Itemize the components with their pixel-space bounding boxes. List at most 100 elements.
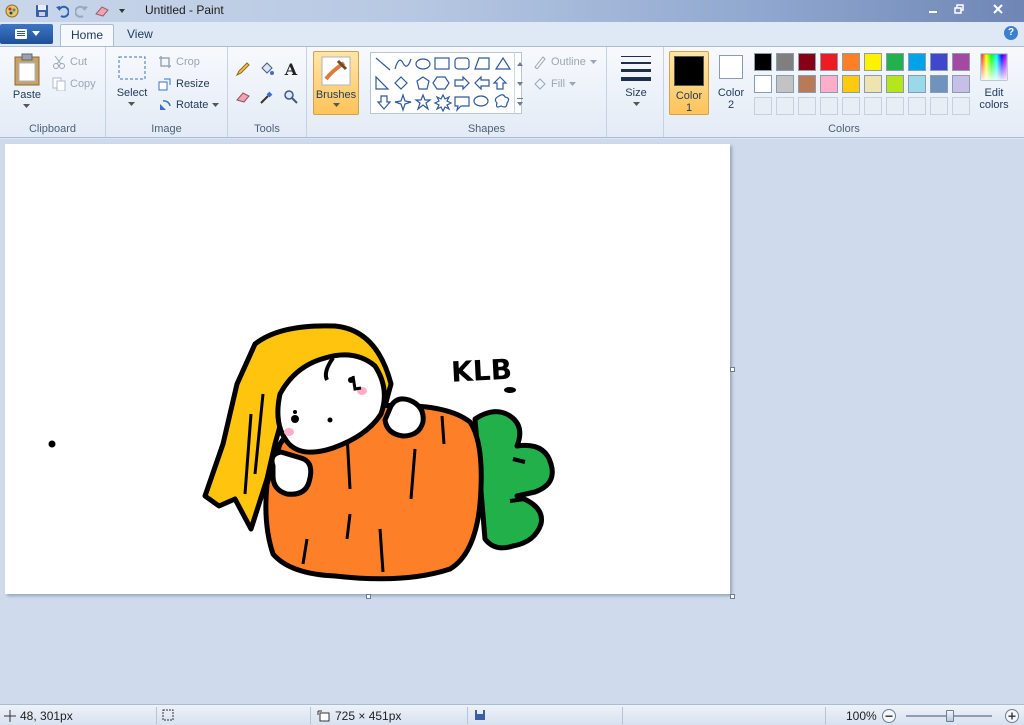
help-icon[interactable]: ?	[1004, 26, 1018, 40]
palette-swatch[interactable]	[908, 53, 926, 71]
artist-signature: KLB	[450, 353, 513, 389]
brushes-button[interactable]: Brushes	[313, 51, 359, 115]
shapes-gallery[interactable]	[370, 52, 522, 114]
palette-swatch-empty[interactable]	[886, 97, 904, 115]
cut-label: Cut	[70, 56, 88, 68]
fill-button[interactable]: Fill	[533, 75, 577, 93]
zoom-in-icon	[1005, 709, 1019, 723]
eraser-tool[interactable]	[233, 87, 253, 107]
eraser-icon	[236, 92, 250, 103]
zoom-in-button[interactable]	[1004, 708, 1020, 724]
zoom-slider-thumb[interactable]	[946, 710, 954, 722]
palette-swatch-empty[interactable]	[820, 97, 838, 115]
rotate-icon	[160, 100, 171, 110]
minimize-button[interactable]	[920, 0, 946, 18]
palette-swatch-empty[interactable]	[930, 97, 948, 115]
colors-group-label: Colors	[828, 123, 860, 135]
selection-icon	[162, 709, 174, 721]
palette-swatch[interactable]	[776, 53, 794, 71]
tab-view[interactable]: View	[117, 24, 163, 46]
shapes-scrollbar[interactable]	[514, 52, 524, 114]
palette-swatch[interactable]	[820, 53, 838, 71]
color2-button[interactable]: Color 2	[712, 55, 750, 111]
resize-handle-bottom[interactable]	[366, 594, 371, 599]
restore-button[interactable]	[946, 0, 972, 18]
hand-left	[269, 449, 314, 497]
palette-swatch[interactable]	[886, 53, 904, 71]
copy-button[interactable]: Copy	[52, 75, 96, 93]
status-separator	[467, 707, 468, 724]
save-icon[interactable]	[34, 3, 50, 19]
image-group: Select Crop Resize Rotate Image	[106, 47, 228, 137]
resize-button[interactable]: Resize	[158, 75, 210, 93]
drawing-canvas[interactable]: KLB	[5, 144, 730, 594]
palette-swatch[interactable]	[754, 75, 772, 93]
palette-swatch[interactable]	[908, 75, 926, 93]
palette-swatch[interactable]	[798, 53, 816, 71]
zoom-out-button[interactable]	[881, 708, 897, 724]
color-picker-tool[interactable]	[257, 87, 277, 107]
palette-swatch[interactable]	[930, 53, 948, 71]
palette-swatch-empty[interactable]	[842, 97, 860, 115]
tools-group: A Tools	[228, 47, 307, 137]
copy-label: Copy	[70, 78, 96, 90]
palette-swatch-empty[interactable]	[908, 97, 926, 115]
palette-swatch[interactable]	[930, 75, 948, 93]
chevron-down-icon	[632, 102, 640, 106]
redo-icon[interactable]	[74, 3, 90, 19]
resize-handle-corner[interactable]	[730, 594, 735, 599]
palette-swatch[interactable]	[864, 75, 882, 93]
tab-home[interactable]: Home	[60, 24, 115, 46]
ribbon: Paste Cut Copy Clipboard Select Crop Res…	[0, 46, 1024, 138]
color1-button[interactable]: Color 1	[669, 51, 709, 115]
palette-swatch[interactable]	[842, 53, 860, 71]
palette-swatch-empty[interactable]	[952, 97, 970, 115]
paste-button[interactable]: Paste	[8, 53, 46, 109]
fill-tool[interactable]	[257, 59, 277, 79]
palette-swatch[interactable]	[886, 75, 904, 93]
palette-swatch[interactable]	[754, 53, 772, 71]
magnifier-tool[interactable]	[281, 87, 301, 107]
palette-swatch[interactable]	[952, 75, 970, 93]
resize-label: Resize	[176, 78, 210, 90]
colors-group: Color 1 Color 2 Edit colors Colors	[664, 47, 1024, 137]
clipboard-group: Paste Cut Copy Clipboard	[0, 47, 106, 137]
palette-swatch-empty[interactable]	[864, 97, 882, 115]
chevron-down-icon	[31, 31, 40, 36]
palette-swatch-empty[interactable]	[798, 97, 816, 115]
image-group-label: Image	[151, 123, 182, 135]
palette-swatch[interactable]	[952, 53, 970, 71]
shapes-group: Outline Fill Shapes	[367, 47, 607, 137]
zoom-slider[interactable]	[906, 710, 1000, 722]
edit-colors-button[interactable]: Edit colors	[974, 53, 1014, 111]
color2-swatch	[719, 55, 743, 79]
cut-button[interactable]: Cut	[52, 53, 87, 71]
palette-swatch-empty[interactable]	[776, 97, 794, 115]
rotate-button[interactable]: Rotate	[158, 96, 220, 114]
select-button[interactable]: Select	[114, 55, 150, 107]
resize-handle-right[interactable]	[730, 367, 735, 372]
palette-swatch[interactable]	[820, 75, 838, 93]
pencil-tool[interactable]	[233, 59, 253, 79]
eraser-qat-icon[interactable]	[94, 3, 110, 19]
clipboard-icon	[14, 53, 40, 86]
palette-swatch[interactable]	[798, 75, 816, 93]
undo-icon[interactable]	[54, 3, 70, 19]
customize-qat-icon[interactable]	[114, 3, 130, 19]
selection-rectangle-icon	[118, 56, 146, 80]
paint-app-icon[interactable]	[4, 3, 20, 19]
text-tool-icon[interactable]: A	[281, 59, 301, 79]
crop-button[interactable]: Crop	[158, 53, 200, 71]
tools-group-label: Tools	[254, 123, 280, 135]
outline-button[interactable]: Outline	[533, 53, 597, 71]
window-title: Untitled - Paint	[145, 3, 224, 17]
crosshair-icon	[4, 710, 16, 722]
palette-swatch[interactable]	[864, 53, 882, 71]
close-button[interactable]	[985, 0, 1011, 18]
size-button[interactable]: Size	[617, 53, 655, 107]
file-menu-button[interactable]	[0, 24, 53, 44]
palette-swatch[interactable]	[842, 75, 860, 93]
edit-colors-line2: colors	[979, 99, 1009, 111]
palette-swatch-empty[interactable]	[754, 97, 772, 115]
palette-swatch[interactable]	[776, 75, 794, 93]
